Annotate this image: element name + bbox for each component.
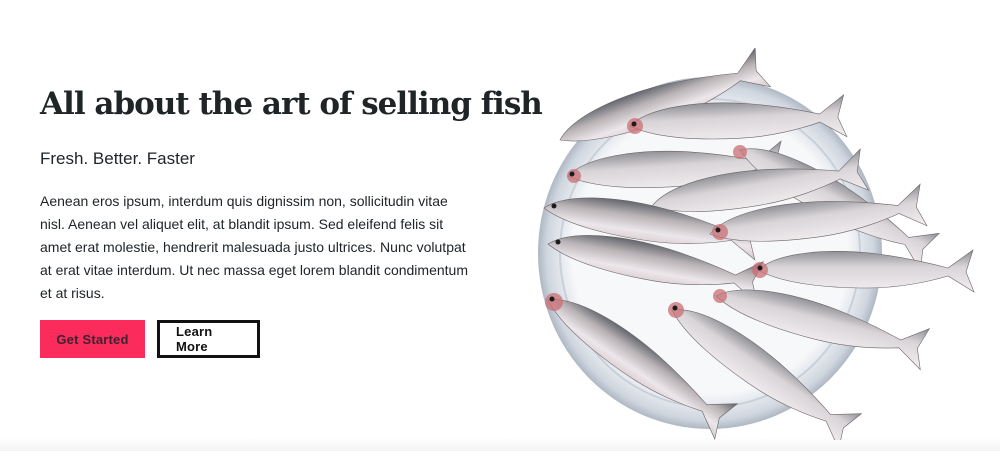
hero-title: All about the art of selling fish [40, 86, 543, 122]
hero-description: Aenean eros ipsum, interdum quis digniss… [40, 193, 468, 301]
fish-on-plate-image [535, 48, 975, 440]
hero-buttons: Get Started Learn More [40, 320, 480, 358]
hero-subtitle: Fresh. Better. Faster [40, 149, 195, 168]
learn-more-button[interactable]: Learn More [157, 320, 260, 358]
hero-section: All about the art of selling fish Fresh.… [0, 0, 1000, 451]
hero-copy: All about the art of selling fish Fresh.… [40, 84, 543, 358]
get-started-button[interactable]: Get Started [40, 320, 145, 358]
